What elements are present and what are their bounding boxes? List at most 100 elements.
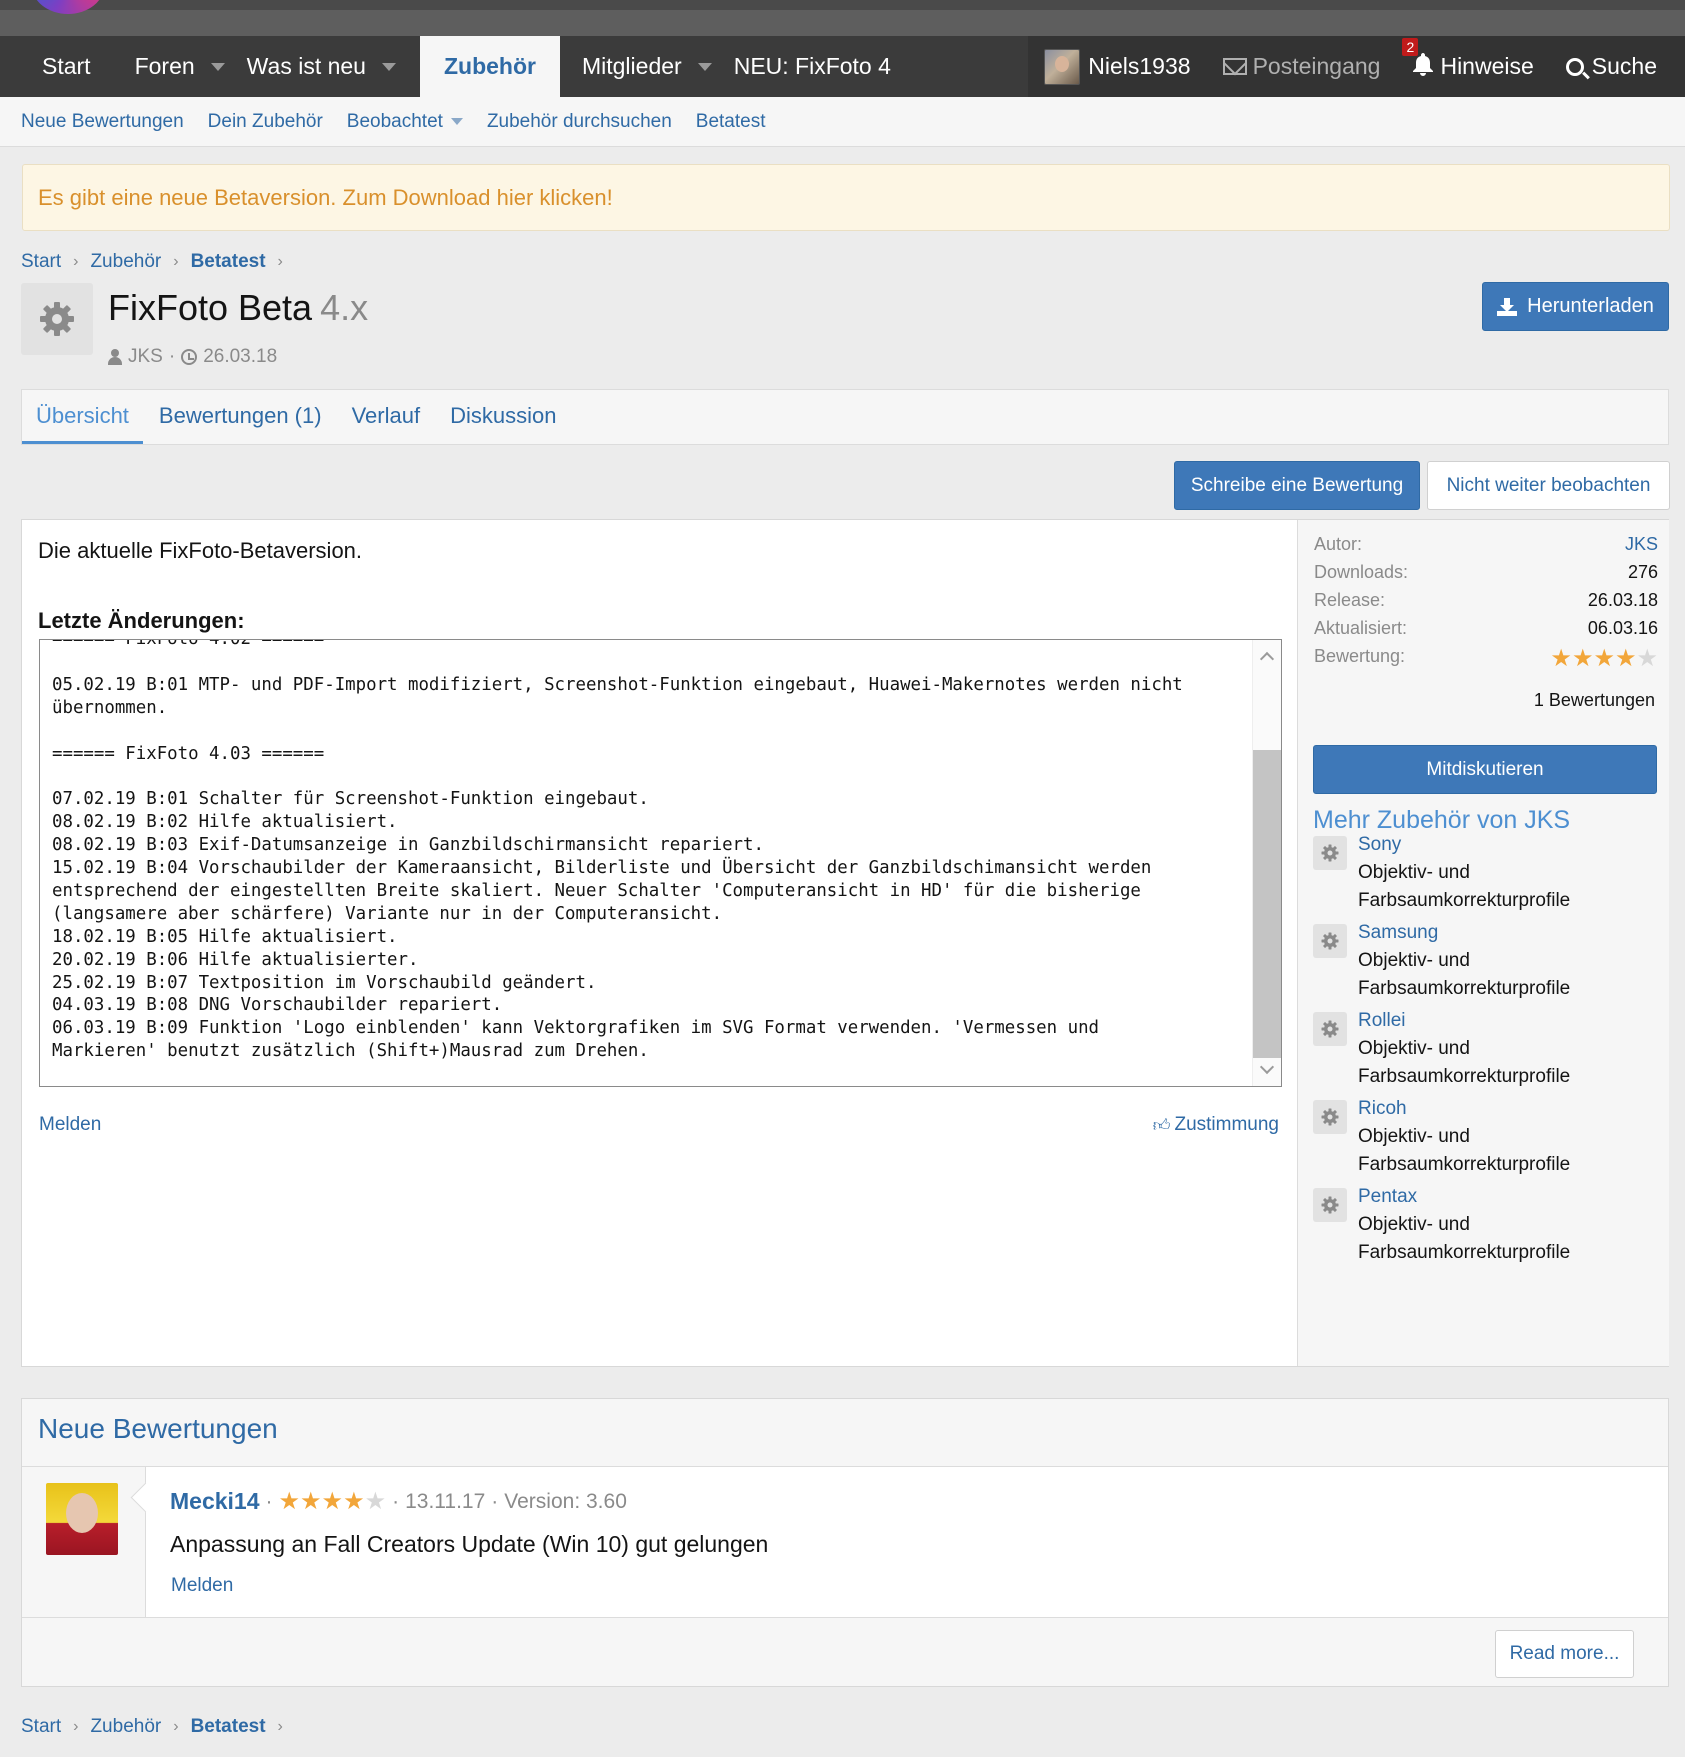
changelog-text: ====== FixFoto 4.02 ====== 05.02.19 B:01 … [52, 640, 1252, 1063]
report-link[interactable]: Melden [39, 1114, 101, 1136]
star-filled-icon: ★ [343, 1488, 365, 1515]
star-filled-icon: ★ [278, 1488, 301, 1515]
more-item-desc: Farbsaumkorrekturprofile [1358, 1242, 1571, 1263]
subnav-watched[interactable]: Beobachtet [347, 111, 463, 133]
review-report-link[interactable]: Melden [171, 1575, 233, 1597]
reviewer-avatar[interactable] [46, 1483, 118, 1555]
star-filled-icon: ★ [1571, 645, 1594, 672]
star-empty-icon: ★ [364, 1488, 387, 1515]
resource-author[interactable]: JKS [128, 346, 163, 368]
download-button[interactable]: Herunterladen [1482, 282, 1669, 331]
more-item-desc: Farbsaumkorrekturprofile [1358, 1066, 1571, 1087]
nav-whats-new[interactable]: Was ist neu [247, 36, 418, 97]
more-item-title[interactable]: Pentax [1358, 1186, 1417, 1208]
alerts-label: Hinweise [1440, 53, 1534, 79]
changelog-line: 25.02.19 B:07 Textposition im Vorschaubi… [52, 972, 597, 993]
nav-whats-new-label: Was ist neu [246, 53, 366, 79]
scrollbar-thumb[interactable] [1253, 750, 1281, 1058]
changelog-line: 07.02.19 B:01 Schalter für Screenshot-Fu… [52, 789, 649, 810]
tab-discussion[interactable]: Diskussion [450, 390, 556, 444]
nav-fixfoto4[interactable]: NEU: FixFoto 4 [734, 36, 913, 97]
chevron-down-icon[interactable] [210, 62, 225, 71]
resource-meta: JKS · 26.03.18 [108, 346, 277, 368]
chevron-down-icon[interactable] [697, 62, 712, 71]
tab-history[interactable]: Verlauf [352, 390, 421, 444]
like-label: Zustimmung [1174, 1114, 1279, 1135]
nav-account: Niels1938 Posteingang 2 Hinweise Suche [1028, 36, 1685, 97]
info-author-value[interactable]: JKS [1625, 534, 1658, 555]
beta-notice[interactable]: Es gibt eine neue Betaversion. Zum Downl… [22, 164, 1670, 231]
chevron-right-icon: › [173, 1718, 179, 1735]
more-item-title[interactable]: Sony [1358, 834, 1401, 856]
main-nav: Start Foren Was ist neu Zubehör Mitglied… [0, 36, 1685, 97]
chevron-right-icon: › [277, 253, 283, 270]
nav-accessories[interactable]: Zubehör [419, 36, 560, 97]
review-item: Mecki14 · ★★★★★ · 13.11.17 · Version: 3.… [22, 1466, 1668, 1618]
inbox-link[interactable]: Posteingang [1207, 36, 1397, 97]
subnav-new-reviews[interactable]: Neue Bewertungen [21, 111, 184, 133]
rating-count: 1 Bewertungen [1533, 690, 1655, 710]
info-updated: Aktualisiert: 06.03.16 [1314, 618, 1658, 639]
changelog-scrollbar[interactable] [1252, 640, 1281, 1086]
search-label: Suche [1591, 53, 1657, 79]
tab-overview[interactable]: Übersicht [22, 390, 143, 444]
subnav-watched-label: Beobachtet [346, 110, 443, 132]
more-item-title[interactable]: Ricoh [1358, 1098, 1407, 1120]
chevron-down-icon[interactable] [450, 118, 463, 125]
header-band [0, 10, 1685, 36]
meta-separator: · [168, 346, 176, 367]
scroll-down-icon[interactable] [1259, 1059, 1275, 1075]
breadcrumb-start[interactable]: Start [21, 251, 61, 273]
nav-start[interactable]: Start [0, 36, 113, 97]
more-item-title[interactable]: Samsung [1358, 922, 1438, 944]
download-icon [1497, 297, 1518, 316]
breadcrumb-accessories[interactable]: Zubehör [90, 1716, 161, 1738]
resource-icon [21, 283, 93, 355]
breadcrumb-betatest[interactable]: Betatest [191, 251, 266, 273]
more-from-author-heading: Mehr Zubehör von JKS [1313, 806, 1571, 834]
breadcrumb-betatest[interactable]: Betatest [191, 1716, 266, 1738]
unwatch-button[interactable]: Nicht weiter beobachten [1427, 461, 1670, 510]
nav-forums[interactable]: Foren [113, 36, 247, 97]
write-review-button[interactable]: Schreibe eine Bewertung [1174, 461, 1420, 510]
discuss-button[interactable]: Mitdiskutieren [1313, 745, 1657, 794]
subnav-search-accessories[interactable]: Zubehör durchsuchen [487, 111, 672, 133]
review-date: 13.11.17 [405, 1489, 486, 1513]
account-menu[interactable]: Niels1938 [1028, 36, 1206, 97]
chevron-right-icon: › [173, 253, 179, 270]
page-title: FixFoto Beta 4.x [108, 287, 368, 329]
nav-members[interactable]: Mitglieder [560, 36, 734, 97]
changelog-line: 18.02.19 B:05 Hilfe aktualisiert. [52, 926, 398, 947]
resource-date: 26.03.18 [203, 346, 278, 367]
review-text: Anpassung an Fall Creators Update (Win 1… [170, 1531, 769, 1557]
resource-version: 4.x [320, 287, 369, 328]
latest-reviews: Neue Bewertungen Mecki14 · ★★★★★ · 13.11… [21, 1398, 1669, 1687]
tab-reviews[interactable]: Bewertungen (1) [159, 390, 322, 444]
resource-body: Die aktuelle FixFoto-Betaversion. Letzte… [21, 519, 1669, 1367]
info-rating: Bewertung: ★★★★★ [1314, 644, 1658, 673]
chevron-down-icon[interactable] [381, 62, 396, 71]
more-item-title[interactable]: Rollei [1358, 1010, 1406, 1032]
resource-description: Die aktuelle FixFoto-Betaversion. Letzte… [22, 520, 1297, 1366]
nav-fixfoto4-label: NEU: FixFoto 4 [733, 53, 891, 79]
subnav-your-accessories[interactable]: Dein Zubehör [208, 111, 323, 133]
breadcrumb-accessories[interactable]: Zubehör [90, 251, 161, 273]
star-filled-icon: ★ [300, 1488, 322, 1515]
download-label: Herunterladen [1527, 295, 1654, 317]
alerts-link[interactable]: 2 Hinweise [1396, 36, 1549, 97]
scroll-up-icon[interactable] [1259, 651, 1275, 667]
changelog-line: Markieren' benutzt zusätzlich (Shift+)Ma… [52, 1041, 649, 1062]
changelog-box[interactable]: ====== FixFoto 4.02 ====== 05.02.19 B:01 … [39, 639, 1282, 1087]
rating-stars: ★★★★★ [1550, 644, 1658, 673]
inbox-label: Posteingang [1252, 53, 1381, 79]
breadcrumb-start[interactable]: Start [21, 1716, 61, 1738]
like-link[interactable]: 👍︎ Zustimmung [1153, 1114, 1279, 1136]
info-downloads-value: 276 [1627, 562, 1658, 582]
subnav-betatest[interactable]: Betatest [696, 111, 766, 133]
star-empty-icon: ★ [1636, 645, 1658, 672]
reviewer-name[interactable]: Mecki14 [170, 1488, 260, 1515]
envelope-icon [1222, 58, 1247, 75]
read-more-button[interactable]: Read more... [1495, 1630, 1634, 1678]
search-link[interactable]: Suche [1550, 36, 1685, 97]
user-avatar [1044, 48, 1081, 85]
